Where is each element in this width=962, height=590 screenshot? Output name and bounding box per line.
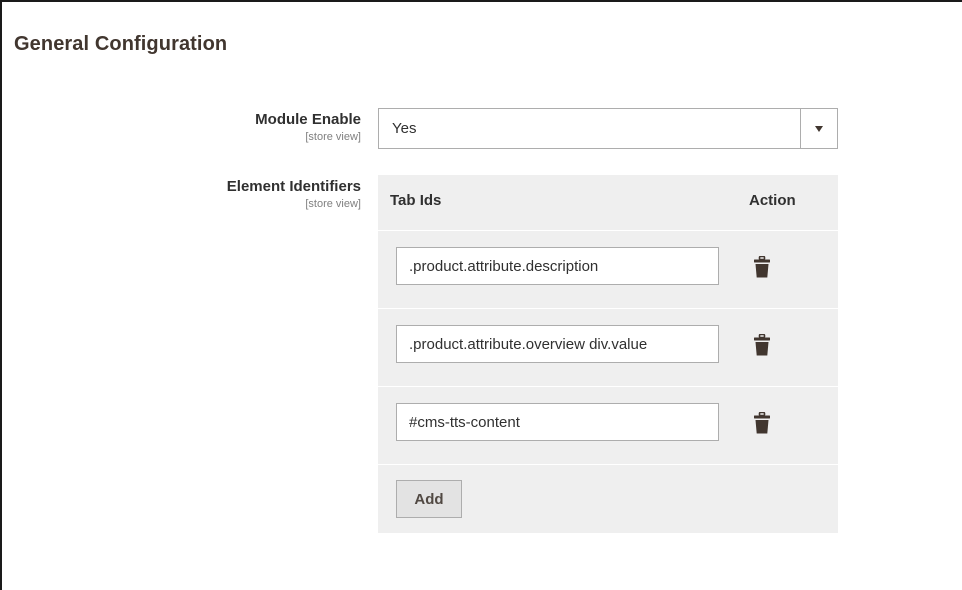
tab-id-input[interactable]	[396, 247, 719, 285]
table-row	[378, 387, 838, 465]
element-identifiers-table: Tab Ids Action Add	[378, 175, 838, 533]
tab-id-input[interactable]	[396, 325, 719, 363]
element-identifiers-label-group: Element Identifiers [store view]	[227, 178, 361, 211]
section-title[interactable]: General Configuration	[14, 33, 227, 56]
table-row	[378, 231, 838, 309]
module-enable-label: Module Enable	[255, 111, 361, 128]
column-header-tab-ids: Tab Ids	[390, 192, 442, 209]
trash-icon[interactable]	[754, 334, 770, 356]
select-dropdown-button[interactable]	[800, 109, 837, 148]
module-enable-label-group: Module Enable [store view]	[255, 111, 361, 144]
column-header-action: Action	[749, 192, 796, 209]
trash-icon[interactable]	[754, 256, 770, 278]
module-enable-scope: [store view]	[305, 131, 361, 143]
trash-icon[interactable]	[754, 412, 770, 434]
chevron-down-icon	[815, 125, 823, 132]
tab-id-input[interactable]	[396, 403, 719, 441]
table-header: Tab Ids Action	[378, 175, 838, 231]
module-enable-value: Yes	[392, 120, 417, 137]
module-enable-select[interactable]: Yes	[378, 108, 838, 149]
element-identifiers-label: Element Identifiers	[226, 178, 361, 195]
table-row	[378, 309, 838, 387]
element-identifiers-scope: [store view]	[305, 198, 361, 210]
add-row-button[interactable]: Add	[396, 480, 462, 518]
